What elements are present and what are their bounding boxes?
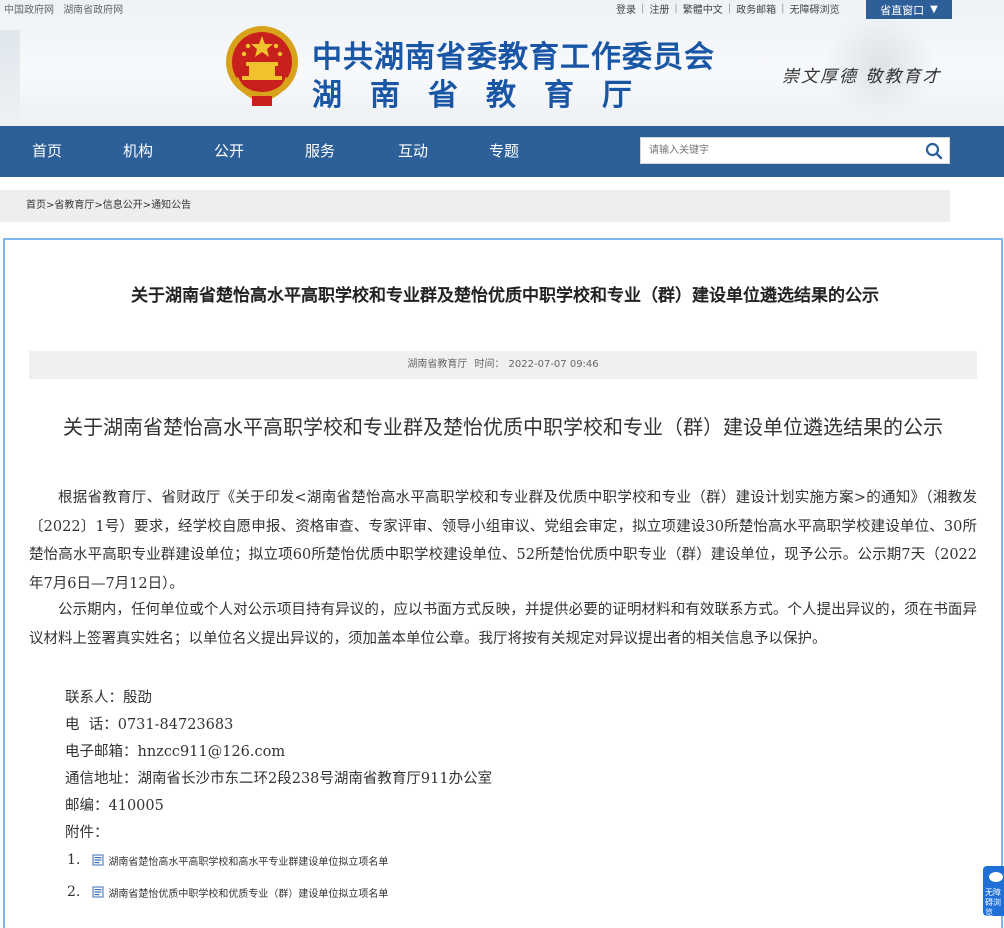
article-time: 2022-07-07 09:46 [508, 359, 599, 370]
paragraph-2: 公示期内，任何单位或个人对公示项目持有异议的，应以书面方式反映，并提供必要的证明… [29, 602, 977, 647]
site-title-line2: 湖南省教育厅 [312, 78, 660, 113]
chat-bubble-icon [989, 872, 1003, 882]
search-input[interactable] [641, 138, 911, 163]
article-meta: 湖南省教育厅 时间： 2022-07-07 09:46 [29, 351, 977, 379]
article-source: 湖南省教育厅 [407, 359, 468, 370]
attachment-item[interactable]: 1. 湖南省楚怡高水平高职学校和高水平专业群建设单位拟立项名单 [67, 852, 388, 868]
link-gov-cn[interactable]: 中国政府网 [4, 5, 54, 16]
document-icon [92, 886, 104, 898]
nav-item-organization[interactable]: 机构 [123, 126, 153, 177]
breadcrumb[interactable]: 首页>省教育厅>信息公开>通知公告 [0, 190, 950, 222]
site-motto: 崇文厚德 敬教育才 [782, 67, 942, 87]
traditional-chinese-link[interactable]: 繁體中文 [683, 1, 723, 16]
postcode: 邮编：410005 [65, 798, 164, 814]
paragraph-1: 根据省教育厅、省财政厅《关于印发<湖南省楚怡高水平高职学校和专业群及优质中职学校… [29, 490, 977, 592]
article-title: 关于湖南省楚怡高水平高职学校和专业群及楚怡优质中职学校和专业（群）建设单位遴选结… [131, 286, 879, 306]
document-icon [92, 854, 104, 866]
search-box [640, 137, 950, 164]
gov-mail-link[interactable]: 政务邮箱 [736, 1, 776, 16]
link-hunan-gov[interactable]: 湖南省政府网 [63, 5, 123, 16]
accessibility-badge[interactable]: 无障碍浏览 [983, 866, 1004, 916]
attachment-number: 1. [67, 852, 81, 868]
article-container: 关于湖南省楚怡高水平高职学校和专业群及楚怡优质中职学校和专业（群）建设单位遴选结… [3, 238, 1003, 928]
chevron-down-icon: ▼ [930, 4, 938, 15]
attachment-link[interactable]: 湖南省楚怡优质中职学校和优质专业（群）建设单位拟立项名单 [108, 885, 388, 900]
body-title: 关于湖南省楚怡高水平高职学校和专业群及楚怡优质中职学校和专业（群）建设单位遴选结… [63, 415, 943, 439]
attachments-label: 附件： [65, 825, 109, 841]
contact-phone: 电 话：0731-84723683 [65, 717, 234, 733]
main-nav: 首页 机构 公开 服务 互动 专题 [0, 126, 1004, 177]
attachment-link[interactable]: 湖南省楚怡高水平高职学校和高水平专业群建设单位拟立项名单 [108, 853, 388, 868]
attachment-item[interactable]: 2. 湖南省楚怡优质中职学校和优质专业（群）建设单位拟立项名单 [67, 884, 388, 900]
nav-item-interaction[interactable]: 互动 [398, 126, 428, 177]
accessibility-link[interactable]: 无障碍浏览 [790, 1, 840, 16]
national-emblem-icon [226, 26, 298, 106]
article-time-label: 时间： [474, 359, 505, 370]
search-icon[interactable] [925, 142, 943, 160]
nav-item-topics[interactable]: 专题 [489, 126, 519, 177]
site-header: 中国政府网 湖南省政府网 登录 | 注册 | 繁體中文 | 政务邮箱 | 无障碍浏览 省… [0, 0, 1004, 126]
accessibility-badge-label: 无障碍浏览 [985, 888, 1001, 916]
top-links: 登录 | 注册 | 繁體中文 | 政务邮箱 | 无障碍浏览 [616, 1, 840, 16]
register-link[interactable]: 注册 [649, 1, 669, 16]
province-window-label: 省直窗口 [880, 3, 925, 17]
contact-address: 通信地址：湖南省长沙市东二环2段238号湖南省教育厅911办公室 [65, 771, 493, 787]
login-link[interactable]: 登录 [616, 1, 636, 16]
top-left-links: 中国政府网 湖南省政府网 [4, 1, 129, 16]
attachment-number: 2. [67, 884, 81, 900]
nav-item-service[interactable]: 服务 [305, 126, 335, 177]
nav-item-home[interactable]: 首页 [32, 126, 62, 177]
header-decoration [0, 30, 20, 126]
nav-item-public[interactable]: 公开 [214, 126, 244, 177]
province-window-button[interactable]: 省直窗口 ▼ [866, 0, 952, 19]
contact-email: 电子邮箱：hnzcc911@126.com [65, 744, 286, 760]
contact-person: 联系人：殷劭 [65, 690, 152, 706]
